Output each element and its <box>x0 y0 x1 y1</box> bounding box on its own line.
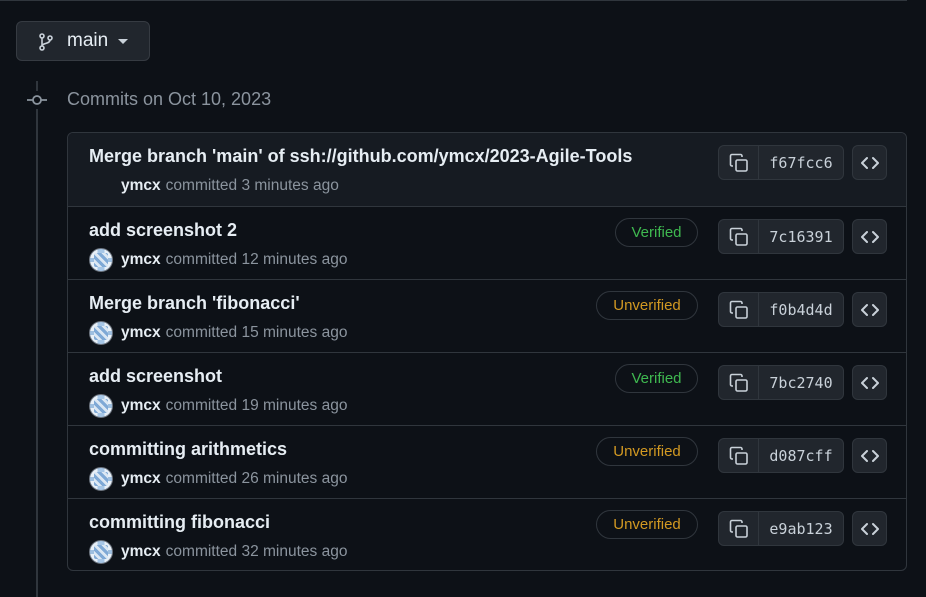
commit-title-link[interactable]: add screenshot 2 <box>89 220 237 241</box>
copy-sha-button[interactable] <box>719 366 759 399</box>
commit-author-link[interactable]: ymcx <box>121 543 161 561</box>
commit-time: 15 minutes ago <box>241 324 348 341</box>
commit-list: Merge branch 'main' of ssh://github.com/… <box>67 132 907 571</box>
commit-sha-link[interactable]: f0b4d4d <box>759 293 843 326</box>
commit-sha-link[interactable]: f67fcc6 <box>759 146 843 179</box>
sha-group: 7bc2740 <box>718 365 844 400</box>
commit-meta: ymcx committed 12 minutes ago <box>89 247 347 273</box>
browse-repo-button[interactable] <box>852 365 887 400</box>
commit-action: committed <box>165 470 238 487</box>
top-divider <box>0 0 907 1</box>
browse-repo-button[interactable] <box>852 292 887 327</box>
sha-group: f0b4d4d <box>718 292 844 327</box>
chevron-down-icon <box>118 38 129 44</box>
copy-icon <box>729 153 748 172</box>
branch-selector-button[interactable]: main <box>16 21 150 61</box>
commit-meta: ymcx committed 15 minutes ago <box>89 320 347 346</box>
commit-row: Merge branch 'main' of ssh://github.com/… <box>68 133 906 207</box>
commit-node-icon <box>27 91 47 109</box>
sha-group: d087cff <box>718 438 844 473</box>
commit-meta: ymcx committed 26 minutes ago <box>89 466 347 492</box>
commit-title-link[interactable]: committing arithmetics <box>89 439 287 460</box>
commit-sha-link[interactable]: 7c16391 <box>759 220 843 253</box>
sha-group: 7c16391 <box>718 219 844 254</box>
avatar[interactable] <box>89 467 113 491</box>
commit-row: add screenshot ymcx committed 19 minutes… <box>68 353 906 426</box>
copy-icon <box>729 227 748 246</box>
commit-row: committing arithmetics ymcx committed 26… <box>68 426 906 499</box>
commit-meta: ymcx committed 19 minutes ago <box>89 393 347 419</box>
avatar[interactable] <box>89 174 113 198</box>
commit-time: 32 minutes ago <box>241 543 348 560</box>
code-icon <box>860 156 879 169</box>
copy-sha-button[interactable] <box>719 512 759 545</box>
avatar[interactable] <box>89 540 113 564</box>
verified-badge[interactable]: Verified <box>615 364 698 393</box>
code-icon <box>860 303 879 316</box>
browse-repo-button[interactable] <box>852 438 887 473</box>
commit-time: 3 minutes ago <box>241 177 339 194</box>
commit-title-link[interactable]: Merge branch 'main' of ssh://github.com/… <box>89 146 632 167</box>
copy-sha-button[interactable] <box>719 220 759 253</box>
commit-time: 19 minutes ago <box>241 397 348 414</box>
commit-title-link[interactable]: committing fibonacci <box>89 512 270 533</box>
branch-name: main <box>67 30 109 51</box>
commit-sha-link[interactable]: e9ab123 <box>759 512 843 545</box>
commit-action: committed <box>165 543 238 560</box>
copy-icon <box>729 446 748 465</box>
commit-action: committed <box>165 397 238 414</box>
avatar[interactable] <box>89 394 113 418</box>
code-icon <box>860 449 879 462</box>
commit-sha-link[interactable]: d087cff <box>759 439 843 472</box>
browse-repo-button[interactable] <box>852 145 887 180</box>
commit-action: committed <box>165 177 238 194</box>
code-icon <box>860 230 879 243</box>
timeline-line <box>36 81 38 597</box>
copy-icon <box>729 300 748 319</box>
git-branch-icon <box>38 33 54 51</box>
verified-badge[interactable]: Verified <box>615 218 698 247</box>
commit-action: committed <box>165 251 238 268</box>
copy-sha-button[interactable] <box>719 293 759 326</box>
sha-group: f67fcc6 <box>718 145 844 180</box>
avatar[interactable] <box>89 321 113 345</box>
commit-author-link[interactable]: ymcx <box>121 177 161 195</box>
code-icon <box>860 376 879 389</box>
commit-author-link[interactable]: ymcx <box>121 470 161 488</box>
sha-group: e9ab123 <box>718 511 844 546</box>
unverified-badge[interactable]: Unverified <box>596 437 698 466</box>
avatar[interactable] <box>89 248 113 272</box>
unverified-badge[interactable]: Unverified <box>596 291 698 320</box>
commits-date-heading: Commits on Oct 10, 2023 <box>67 89 272 109</box>
commit-sha-link[interactable]: 7bc2740 <box>759 366 843 399</box>
copy-sha-button[interactable] <box>719 146 759 179</box>
commit-time: 26 minutes ago <box>241 470 348 487</box>
commit-row: add screenshot 2 ymcx committed 12 minut… <box>68 207 906 280</box>
copy-sha-button[interactable] <box>719 439 759 472</box>
commit-time: 12 minutes ago <box>241 251 348 268</box>
code-icon <box>860 522 879 535</box>
browse-repo-button[interactable] <box>852 219 887 254</box>
commit-title-link[interactable]: Merge branch 'fibonacci' <box>89 293 300 314</box>
unverified-badge[interactable]: Unverified <box>596 510 698 539</box>
commit-title-link[interactable]: add screenshot <box>89 366 222 387</box>
commit-author-link[interactable]: ymcx <box>121 251 161 269</box>
browse-repo-button[interactable] <box>852 511 887 546</box>
commit-author-link[interactable]: ymcx <box>121 397 161 415</box>
commit-author-link[interactable]: ymcx <box>121 324 161 342</box>
commit-row: committing fibonacci ymcx committed 32 m… <box>68 499 906 570</box>
copy-icon <box>729 519 748 538</box>
commit-action: committed <box>165 324 238 341</box>
commit-row: Merge branch 'fibonacci' ymcx committed … <box>68 280 906 353</box>
copy-icon <box>729 373 748 392</box>
commit-meta: ymcx committed 32 minutes ago <box>89 539 347 565</box>
commit-meta: ymcx committed 3 minutes ago <box>89 173 339 199</box>
